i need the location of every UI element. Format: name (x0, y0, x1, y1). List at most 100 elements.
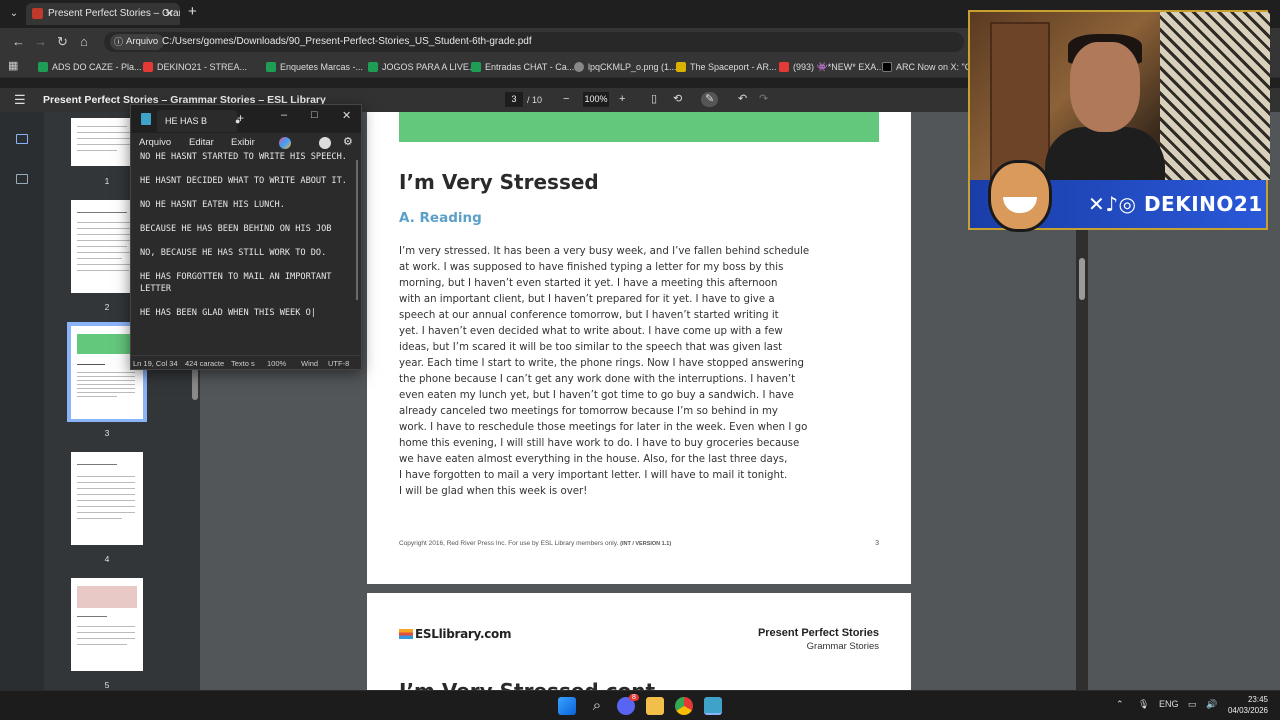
redo-icon[interactable]: ↷ (759, 92, 768, 107)
account-icon[interactable] (319, 137, 331, 149)
page-total: / 10 (527, 95, 543, 105)
volume-icon[interactable]: 🔊 (1206, 699, 1217, 710)
bookmark-item[interactable]: (993) 👾*NEW* EXA... (779, 60, 884, 74)
bookmark-item[interactable]: DEKINO21 - STREA... (143, 60, 247, 74)
microphone-icon[interactable]: 🎙 (1138, 699, 1149, 710)
webcam-background-door (990, 22, 1050, 180)
fit-page-icon[interactable]: ▯ (651, 92, 657, 107)
page-footer: Copyright 2016, Red River Press Inc. For… (399, 540, 672, 547)
notepad-titlebar: HE HAS B ● + – □ ✕ (131, 105, 361, 133)
sheets-icon (471, 62, 481, 72)
tray-chevron-icon[interactable]: ⌃ (1116, 699, 1124, 710)
encoding: UTF-8 (328, 359, 350, 368)
rotate-icon[interactable]: ⟲ (673, 92, 682, 107)
search-icon[interactable]: ⌕ (588, 697, 606, 715)
streamer-handle: ✕♪◎ DEKINO21 (1088, 192, 1263, 216)
notepad-app-icon (141, 113, 151, 125)
zoom-out-icon[interactable]: − (563, 92, 569, 107)
site-info-chip[interactable]: Arquivo (110, 34, 165, 50)
pdf-page-4: ESLlibrary.com Present Perfect Stories G… (367, 593, 911, 690)
sheets-icon (368, 62, 378, 72)
text-line: even eaten my lunch yet, but I haven’t g… (399, 390, 794, 401)
cartoon-avatar (988, 160, 1052, 232)
copilot-icon[interactable] (279, 137, 291, 149)
maximize-icon[interactable]: □ (311, 109, 318, 121)
text-format: Texto s (231, 359, 255, 368)
address-bar[interactable]: Arquivo C:/Users/gomes/Downloads/90_Pres… (104, 32, 964, 52)
back-icon[interactable]: ← (12, 34, 25, 50)
page-thumbnail-4[interactable] (71, 452, 143, 545)
chrome-icon[interactable] (675, 697, 693, 715)
thumbnail-number: 4 (104, 554, 110, 564)
streamer-body (1045, 127, 1165, 182)
text-line: at work. I was supposed to have finished… (399, 262, 784, 273)
apps-grid-icon[interactable]: ▦ (8, 58, 18, 74)
undo-icon[interactable]: ↶ (738, 92, 747, 107)
notepad-tab[interactable]: HE HAS B ● (157, 110, 240, 132)
forward-icon[interactable]: → (34, 34, 47, 50)
notepad-status-bar: Ln 19, Col 34 424 caracte Texto s 100% W… (131, 355, 361, 369)
page-thumbnail-5[interactable] (71, 578, 143, 671)
notepad-text-area[interactable]: NO HE HASNT STARTED TO WRITE HIS SPEECH.… (140, 151, 350, 331)
notepad-taskbar-icon[interactable] (704, 697, 722, 715)
text-line: HE HASNT DECIDED WHAT TO WRITE ABOUT IT. (140, 176, 347, 186)
reading-paragraph: I’m very stressed. It has been a very bu… (399, 244, 809, 500)
scrollbar-thumb[interactable] (1079, 258, 1085, 300)
outline-icon[interactable] (16, 174, 28, 184)
notepad-tab-title: HE HAS B (165, 116, 208, 126)
url-text[interactable]: C:/Users/gomes/Downloads/90_Present-Perf… (162, 32, 532, 52)
network-icon[interactable]: ▭ (1188, 699, 1197, 710)
thumbnails-icon[interactable] (16, 134, 28, 144)
browser-tab[interactable]: Present Perfect Stories – Gramm ✕ (26, 3, 180, 25)
pdf-favicon-icon (32, 8, 43, 19)
menu-exibir[interactable]: Exibir (231, 137, 255, 148)
text-line: with an important client, but I haven’t … (399, 294, 775, 305)
zoom-level: 100% (267, 359, 287, 368)
bookmark-item[interactable]: JOGOS PARA A LIVE... (368, 60, 476, 74)
minimize-icon[interactable]: – (281, 109, 287, 121)
bookmark-item[interactable]: The Spaceport - AR... (676, 60, 777, 74)
menu-icon[interactable]: ☰ (14, 92, 26, 108)
text-line: BECAUSE HE HAS BEEN BEHIND ON HIS JOB (140, 224, 332, 234)
main-scrollbar[interactable] (1076, 218, 1088, 690)
sheets-icon (266, 62, 276, 72)
section-heading: A. Reading (399, 210, 482, 226)
notepad-new-tab-icon[interactable]: + (237, 111, 244, 125)
cursor-position: Ln 19, Col 34 (133, 359, 178, 368)
text-line: already canceled two meetings for tomorr… (399, 406, 778, 417)
menu-editar[interactable]: Editar (189, 137, 214, 148)
sidebar-icon-rail (0, 112, 44, 690)
page-heading: I’m Very Stressed (399, 170, 599, 194)
tab-close-icon[interactable]: ✕ (165, 3, 174, 25)
text-line: home this evening, I will still have wor… (399, 438, 800, 449)
zoom-in-icon[interactable]: + (619, 92, 625, 107)
tab-search-dropdown-icon[interactable]: ⌄ (6, 6, 22, 22)
text-line: we have eaten almost everything in the h… (399, 454, 788, 465)
webcam-overlay: ✕♪◎ DEKINO21 (968, 10, 1270, 232)
streamer-face (1070, 42, 1140, 132)
char-count: 424 caracte (185, 359, 225, 368)
bookmark-item[interactable]: Enquetes Marcas -... (266, 60, 363, 74)
new-tab-button[interactable]: + (188, 3, 197, 20)
file-explorer-icon[interactable] (646, 697, 664, 715)
notepad-scrollbar[interactable] (356, 160, 358, 300)
page-number-input[interactable]: 3 (505, 92, 523, 107)
bookmark-item[interactable]: ADS DO CAZE - Pla... (38, 60, 142, 74)
menu-arquivo[interactable]: Arquivo (139, 137, 171, 148)
reload-icon[interactable]: ↻ (57, 34, 68, 50)
annotate-icon[interactable]: ✎ (701, 92, 719, 107)
system-clock[interactable]: 23:45 04/03/2026 (1224, 694, 1268, 716)
start-icon[interactable] (558, 697, 576, 715)
input-language[interactable]: ENG (1159, 699, 1179, 709)
close-icon[interactable]: ✕ (342, 109, 351, 122)
bookmark-item[interactable]: lpqCKMLP_o.png (1... (574, 60, 677, 74)
text-line: I will be glad when this week is over! (399, 486, 588, 497)
bookmark-item[interactable]: Entradas CHAT - Ca... (471, 60, 574, 74)
home-icon[interactable]: ⌂ (80, 34, 88, 50)
text-line: work. I have to reschedule those meeting… (399, 422, 808, 433)
text-line: I have forgotten to mail a very importan… (399, 470, 788, 481)
sheets-icon (38, 62, 48, 72)
zoom-input[interactable]: 100% (583, 92, 609, 107)
book-subtitle: Grammar Stories (806, 641, 879, 652)
settings-gear-icon[interactable]: ⚙ (343, 135, 353, 148)
